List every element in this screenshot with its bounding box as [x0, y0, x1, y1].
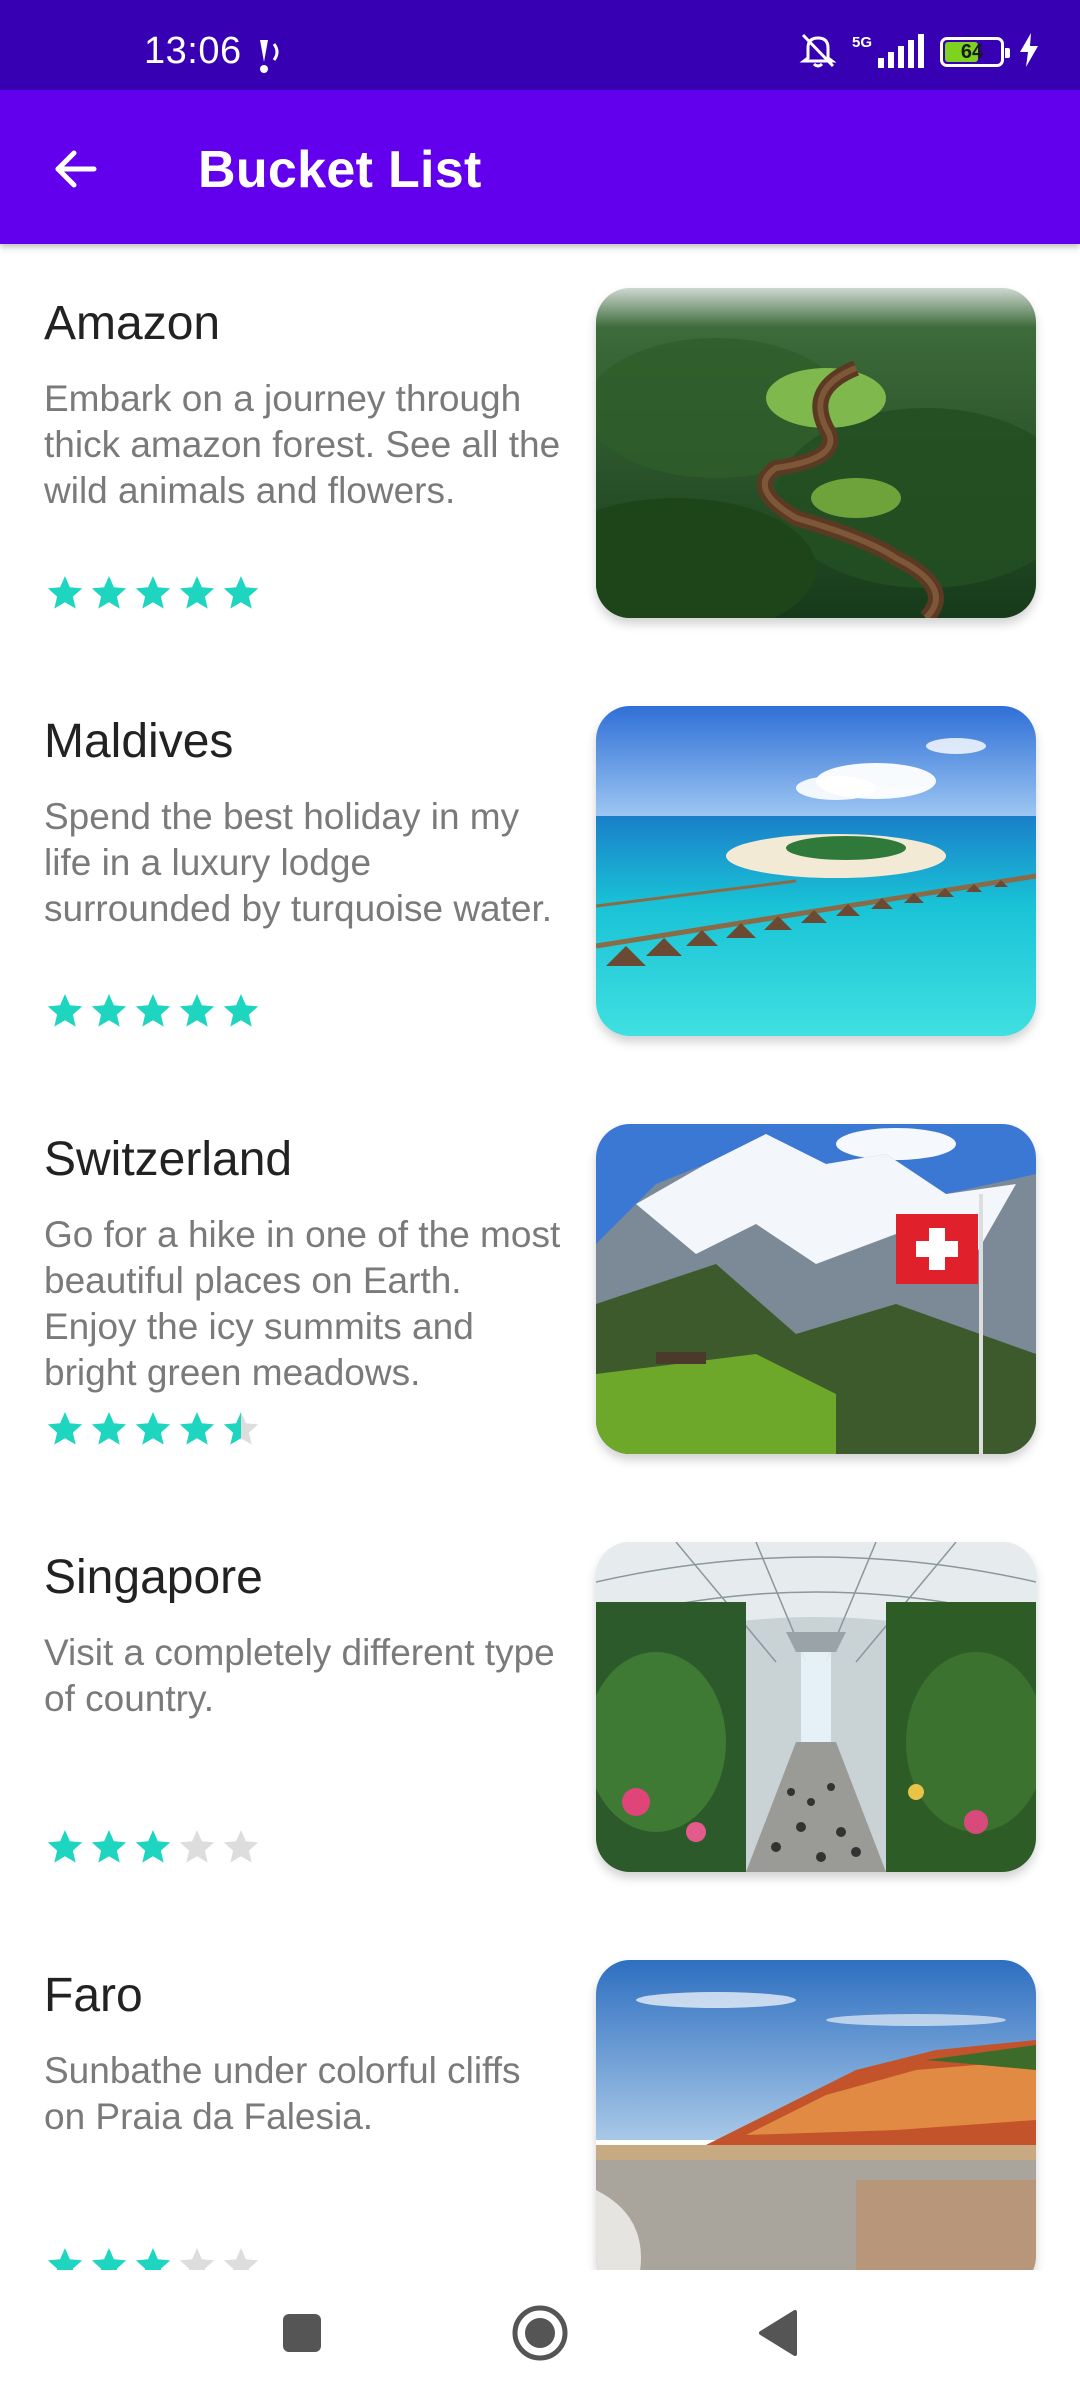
- star-half-icon[interactable]: [222, 1410, 260, 1448]
- star-filled-icon[interactable]: [90, 1410, 128, 1448]
- item-description: Visit a completely different type of cou…: [44, 1632, 555, 1719]
- arrow-back-icon: [52, 145, 100, 198]
- star-filled-icon[interactable]: [134, 1828, 172, 1866]
- app-bar: Bucket List: [0, 90, 1080, 244]
- battery-level: 64: [960, 40, 984, 63]
- star-empty-icon[interactable]: [178, 1828, 216, 1866]
- star-filled-icon[interactable]: [46, 1828, 84, 1866]
- item-title: Amazon: [44, 297, 221, 350]
- home-button[interactable]: [505, 2300, 575, 2370]
- page-title: Bucket List: [198, 141, 482, 199]
- star-filled-icon[interactable]: [46, 992, 84, 1030]
- list-item[interactable]: Singapore Visit a completely different t…: [0, 1498, 1080, 1916]
- item-description: Embark on a journey through thick amazon…: [44, 378, 561, 511]
- star-filled-icon[interactable]: [134, 992, 172, 1030]
- home-circle-icon: [510, 2303, 570, 2368]
- status-bar: 13:06 5G 64: [0, 0, 1080, 90]
- network-type: 5G: [851, 33, 872, 51]
- star-filled-icon[interactable]: [90, 992, 128, 1030]
- rating-bar[interactable]: [46, 574, 276, 614]
- star-filled-icon[interactable]: [134, 574, 172, 612]
- charging-icon: [1018, 32, 1040, 72]
- recents-square-icon: [280, 2311, 324, 2360]
- back-triangle-icon: [755, 2308, 801, 2363]
- star-filled-icon[interactable]: [46, 1410, 84, 1448]
- list-item[interactable]: Maldives Spend the best holiday in my li…: [0, 662, 1080, 1080]
- battery-icon: 64: [940, 37, 1010, 67]
- item-title: Singapore: [44, 1551, 263, 1604]
- rating-bar[interactable]: [46, 1828, 276, 1868]
- bell-off-icon: [798, 30, 838, 75]
- star-filled-icon[interactable]: [90, 2246, 128, 2270]
- amazon-river-photo: [596, 288, 1036, 618]
- maldives-resort-photo: [596, 706, 1036, 1036]
- bucket-list[interactable]: Amazon Embark on a journey through thick…: [0, 244, 1080, 2270]
- star-empty-icon[interactable]: [178, 2246, 216, 2270]
- star-filled-icon[interactable]: [90, 1828, 128, 1866]
- rating-bar[interactable]: [46, 2246, 276, 2270]
- swiss-alps-photo: [596, 1124, 1036, 1454]
- star-filled-icon[interactable]: [178, 992, 216, 1030]
- rating-bar[interactable]: [46, 992, 276, 1032]
- item-description: Sunbathe under colorful cliffs on Praia …: [44, 2050, 521, 2137]
- star-empty-icon[interactable]: [222, 2246, 260, 2270]
- list-item[interactable]: Faro Sunbathe under colorful cliffs on P…: [0, 1916, 1080, 2270]
- star-filled-icon[interactable]: [46, 2246, 84, 2270]
- item-title: Maldives: [44, 715, 234, 768]
- star-filled-icon[interactable]: [178, 574, 216, 612]
- singapore-jewel-photo: [596, 1542, 1036, 1872]
- star-filled-icon[interactable]: [222, 574, 260, 612]
- signal-icon: [876, 32, 926, 73]
- item-description: Go for a hike in one of the most beautif…: [44, 1214, 561, 1393]
- system-back-button[interactable]: [743, 2300, 813, 2370]
- item-title: Switzerland: [44, 1133, 293, 1186]
- vibrate-icon: [248, 36, 282, 81]
- item-description: Spend the best holiday in my life in a l…: [44, 796, 553, 929]
- star-filled-icon[interactable]: [134, 1410, 172, 1448]
- star-filled-icon[interactable]: [90, 574, 128, 612]
- recents-button[interactable]: [267, 2300, 337, 2370]
- rating-bar[interactable]: [46, 1410, 276, 1450]
- item-title: Faro: [44, 1969, 143, 2022]
- faro-cliffs-photo: [596, 1960, 1036, 2270]
- back-button[interactable]: [40, 135, 112, 207]
- star-empty-icon[interactable]: [222, 1828, 260, 1866]
- star-filled-icon[interactable]: [134, 2246, 172, 2270]
- list-item[interactable]: Amazon Embark on a journey through thick…: [0, 244, 1080, 662]
- list-item[interactable]: Switzerland Go for a hike in one of the …: [0, 1080, 1080, 1498]
- system-nav-bar: [0, 2270, 1080, 2400]
- star-filled-icon[interactable]: [46, 574, 84, 612]
- star-filled-icon[interactable]: [222, 992, 260, 1030]
- status-time: 13:06: [144, 30, 242, 72]
- star-filled-icon[interactable]: [178, 1410, 216, 1448]
